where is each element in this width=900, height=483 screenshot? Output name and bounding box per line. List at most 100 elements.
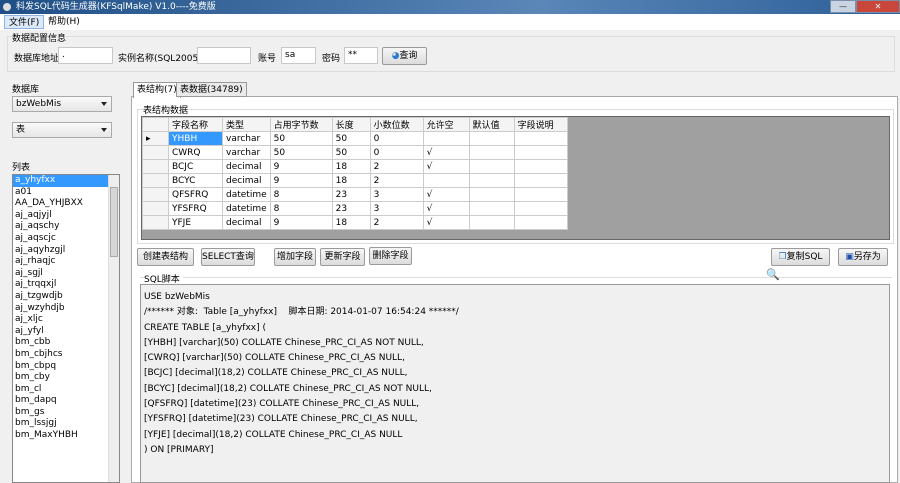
list-item[interactable]: aj_wzyhdjb <box>13 303 119 315</box>
list-item[interactable]: bm_MaxYHBH <box>13 430 119 442</box>
table-cell[interactable]: YHBH <box>168 131 223 146</box>
list-item[interactable]: aj_rhaqjc <box>13 256 119 268</box>
row-header[interactable] <box>142 145 169 160</box>
create-structure-button[interactable]: 创建表结构 <box>137 248 194 266</box>
close-button[interactable]: ✕ <box>856 0 900 13</box>
table-cell[interactable]: varchar <box>222 145 271 160</box>
table-cell[interactable]: 0 <box>369 131 424 146</box>
table-cell[interactable] <box>513 173 568 188</box>
table-cell[interactable]: 18 <box>331 173 371 188</box>
password-input[interactable]: ** <box>344 47 378 64</box>
list-item[interactable]: aj_aqyhzgjl <box>13 245 119 257</box>
table-cell[interactable] <box>468 201 515 216</box>
table-cell[interactable]: √ <box>422 159 470 174</box>
table-cell[interactable]: 50 <box>269 145 333 160</box>
save-as-button[interactable]: ▣另存为 <box>838 248 888 266</box>
sql-script-textarea[interactable]: USE bzWebMis /****** 对象: Table [a_yhyfxx]… <box>140 284 890 483</box>
table-cell[interactable]: √ <box>422 187 470 202</box>
table-cell[interactable] <box>468 159 515 174</box>
instance-input[interactable] <box>197 47 251 64</box>
object-type-select[interactable]: 表 <box>12 122 112 138</box>
table-row[interactable]: CWRQ varchar 50 50 0 √ <box>142 145 568 160</box>
table-row[interactable]: YFSFRQ datetime 8 23 3 √ <box>142 201 568 216</box>
column-header[interactable]: 默认值 <box>468 117 515 132</box>
list-item[interactable]: aj_trqqxjl <box>13 279 119 291</box>
query-button[interactable]: ◕查询 <box>382 47 427 65</box>
table-cell[interactable] <box>468 145 515 160</box>
structure-grid[interactable]: 字段名称 类型 占用字节数 长度 小数位数 允许空 默认值 字段说明 ▸ YHBH varchar 5… <box>141 116 890 240</box>
table-cell[interactable] <box>513 159 568 174</box>
table-cell[interactable] <box>513 201 568 216</box>
database-select[interactable]: bzWebMis <box>12 96 112 112</box>
table-cell[interactable] <box>422 131 470 146</box>
list-item[interactable]: aj_aqjyjl <box>13 210 119 222</box>
table-listbox[interactable]: a_yhyfxx a01 AA_DA_YHJBXX aj_aqjyjl aj_aqsch… <box>12 174 120 483</box>
table-cell[interactable]: 0 <box>369 145 424 160</box>
update-field-button[interactable]: 更新字段 <box>320 248 365 266</box>
table-cell[interactable] <box>468 187 515 202</box>
column-header[interactable]: 字段说明 <box>513 117 568 132</box>
column-header[interactable]: 占用字节数 <box>269 117 333 132</box>
table-cell[interactable]: CWRQ <box>168 145 223 160</box>
table-cell[interactable] <box>513 215 568 230</box>
table-cell[interactable]: 9 <box>269 215 333 230</box>
list-item[interactable]: bm_dapq <box>13 395 119 407</box>
table-row[interactable]: YFJE decimal 9 18 2 √ <box>142 215 568 230</box>
menu-help[interactable]: 帮助(H) <box>44 15 84 29</box>
table-cell[interactable]: 18 <box>331 215 371 230</box>
table-cell[interactable] <box>468 131 515 146</box>
table-cell[interactable]: BCYC <box>168 173 223 188</box>
db-address-input[interactable]: . <box>58 47 113 64</box>
list-item[interactable]: aj_yfyl <box>13 326 119 338</box>
table-cell[interactable]: 2 <box>369 159 424 174</box>
table-cell[interactable]: 8 <box>269 201 333 216</box>
table-cell[interactable]: 2 <box>369 215 424 230</box>
list-item[interactable]: bm_gs <box>13 407 119 419</box>
row-header[interactable] <box>142 201 169 216</box>
table-cell[interactable]: 50 <box>331 145 371 160</box>
table-cell[interactable]: BCJC <box>168 159 223 174</box>
table-cell[interactable]: 23 <box>331 187 371 202</box>
table-cell[interactable]: 23 <box>331 201 371 216</box>
delete-field-button[interactable]: 删除字段 <box>369 247 412 265</box>
table-cell[interactable]: decimal <box>222 159 271 174</box>
list-item[interactable]: aj_aqscjc <box>13 233 119 245</box>
table-cell[interactable] <box>422 173 470 188</box>
table-row[interactable]: BCYC decimal 9 18 2 <box>142 173 568 188</box>
row-header[interactable] <box>142 215 169 230</box>
table-cell[interactable]: 18 <box>331 159 371 174</box>
table-cell[interactable]: datetime <box>222 201 271 216</box>
menu-file[interactable]: 文件(F) <box>4 15 45 29</box>
column-header[interactable]: 允许空 <box>422 117 470 132</box>
list-item[interactable]: bm_lssjgj <box>13 418 119 430</box>
table-cell[interactable]: √ <box>422 201 470 216</box>
table-cell[interactable]: 2 <box>369 173 424 188</box>
table-cell[interactable]: 9 <box>269 173 333 188</box>
table-cell[interactable]: decimal <box>222 215 271 230</box>
table-cell[interactable]: QFSFRQ <box>168 187 223 202</box>
list-item[interactable]: a_yhyfxx <box>13 175 119 187</box>
table-cell[interactable]: 3 <box>369 187 424 202</box>
table-cell[interactable]: YFJE <box>168 215 223 230</box>
row-header[interactable] <box>142 173 169 188</box>
listbox-scrollbar[interactable] <box>108 175 119 482</box>
table-row[interactable]: QFSFRQ datetime 8 23 3 √ <box>142 187 568 202</box>
column-header[interactable]: 字段名称 <box>168 117 223 132</box>
minimize-button[interactable]: — <box>830 0 856 13</box>
tab-structure[interactable]: 表结构(7) <box>133 82 181 98</box>
column-header[interactable]: 长度 <box>331 117 371 132</box>
add-field-button[interactable]: 增加字段 <box>274 248 316 266</box>
list-item[interactable]: bm_cbjhcs <box>13 349 119 361</box>
row-header[interactable] <box>142 159 169 174</box>
table-row[interactable]: ▸ YHBH varchar 50 50 0 <box>142 131 568 146</box>
table-cell[interactable]: 3 <box>369 201 424 216</box>
tab-data[interactable]: 表数据(34789) <box>176 82 247 97</box>
scrollbar-thumb[interactable] <box>110 187 118 257</box>
list-item[interactable]: aj_sgjl <box>13 268 119 280</box>
table-cell[interactable]: datetime <box>222 187 271 202</box>
table-cell[interactable] <box>513 145 568 160</box>
list-item[interactable]: a01 <box>13 187 119 199</box>
row-header[interactable] <box>142 187 169 202</box>
table-cell[interactable]: √ <box>422 145 470 160</box>
list-item[interactable]: bm_cl <box>13 384 119 396</box>
